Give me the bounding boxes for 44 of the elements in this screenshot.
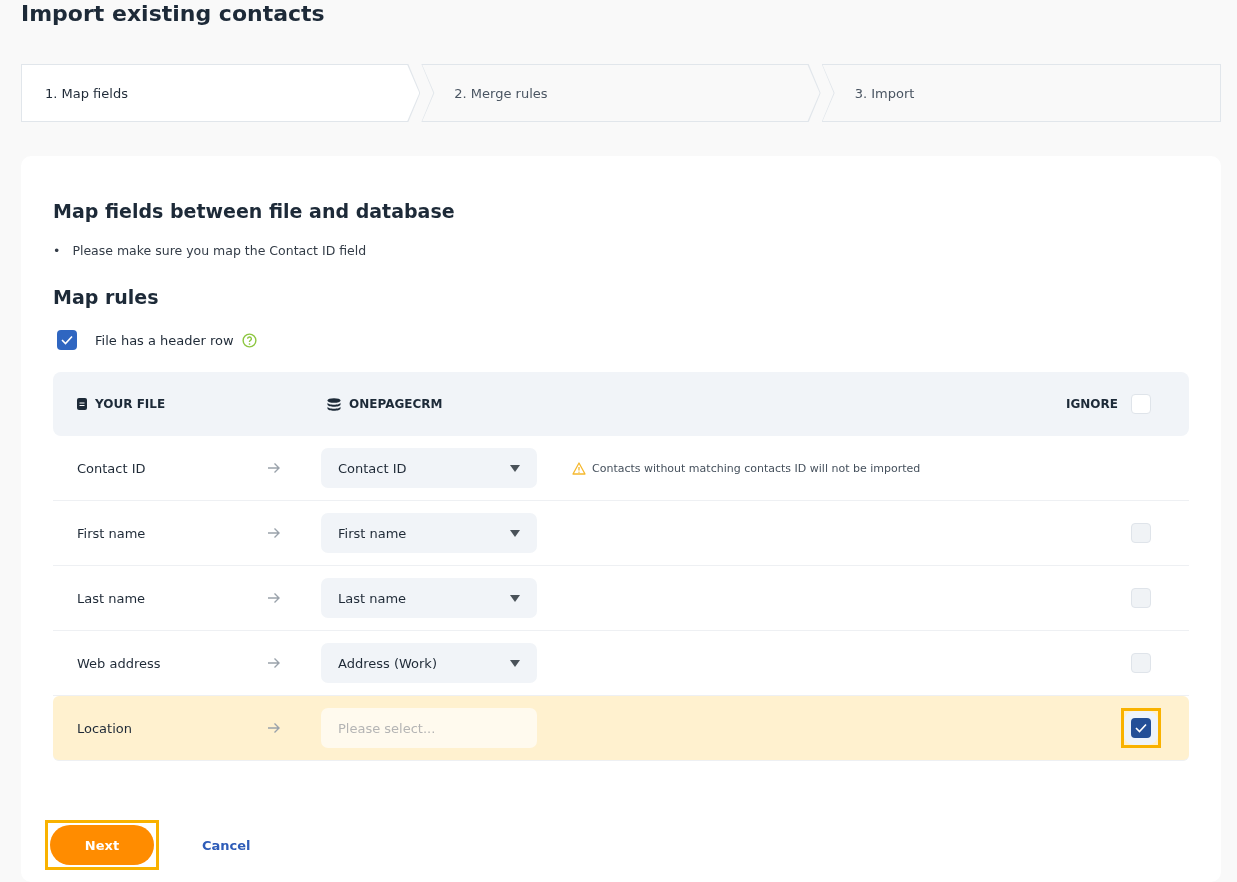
page-title: Import existing contacts [21, 0, 326, 28]
ignore-checkbox[interactable] [1131, 718, 1151, 738]
warning-icon [572, 461, 586, 475]
arrow-icon [267, 462, 281, 474]
caret-icon [510, 659, 520, 667]
ignore-checkbox[interactable] [1131, 523, 1151, 543]
help-icon[interactable] [241, 332, 257, 348]
warning-text: Contacts without matching contacts ID will not be imported [592, 461, 921, 475]
field-name: Web address [77, 655, 162, 671]
wizard-step[interactable]: 1. Map fields [21, 64, 421, 122]
cancel-link[interactable]: Cancel [202, 837, 251, 853]
checkbox-label: File has a header row [95, 332, 234, 348]
arrow-icon [267, 592, 281, 604]
mapping-dropdown[interactable]: First name [321, 513, 537, 553]
arrow-icon [267, 722, 281, 734]
wizard-step[interactable]: 3. Import [821, 64, 1221, 122]
note-text: Please make sure you map the Contact ID field [72, 242, 367, 260]
arrow-icon [267, 657, 281, 669]
bullet: • [53, 242, 61, 260]
mapping-dropdown[interactable]: Last name [321, 578, 537, 618]
ignore-checkbox[interactable] [1131, 588, 1151, 608]
checkmark-icon [61, 335, 73, 345]
section-title: Map fields between file and database [53, 200, 456, 222]
arrow-icon [267, 527, 281, 539]
field-name: Location [77, 720, 133, 736]
field-name: First name [77, 525, 147, 541]
column-header: IGNORE [1066, 397, 1118, 411]
field-name: Last name [77, 590, 147, 606]
caret-icon [510, 529, 520, 537]
column-header: YOUR FILE [95, 397, 166, 411]
caret-icon [510, 594, 520, 602]
section-title: Map rules [53, 286, 160, 308]
wizard-step[interactable]: 2. Merge rules [421, 64, 821, 122]
header-row-checkbox[interactable] [57, 330, 77, 350]
ignore-checkbox[interactable] [1131, 653, 1151, 673]
column-header: ONEPAGECRM [349, 397, 443, 411]
mapping-dropdown[interactable]: Contact ID [321, 448, 537, 488]
checkmark-icon [1135, 723, 1147, 733]
database-icon [327, 397, 341, 411]
field-name: Contact ID [77, 460, 147, 476]
mapping-dropdown[interactable]: Address (Work) [321, 643, 537, 683]
caret-icon [510, 464, 520, 472]
ignore-all-checkbox[interactable] [1131, 394, 1151, 414]
file-icon [77, 398, 87, 410]
